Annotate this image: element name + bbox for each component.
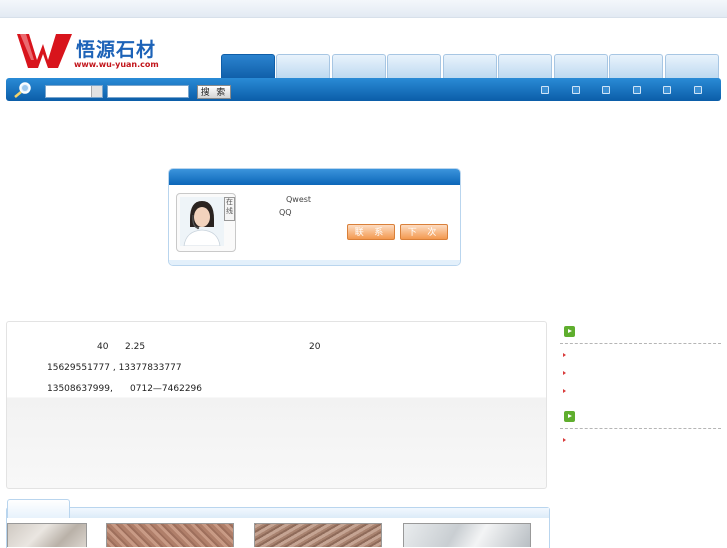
service-agent-avatar xyxy=(180,197,224,246)
quicklink-icon-3[interactable] xyxy=(602,86,610,94)
product-tab-active[interactable] xyxy=(7,499,70,518)
nav-tab-7[interactable] xyxy=(554,54,608,79)
section-2-divider xyxy=(560,428,721,429)
quicklink-icon-1[interactable] xyxy=(541,86,549,94)
search-input[interactable] xyxy=(107,85,189,98)
search-bar: 搜 索 xyxy=(6,78,721,101)
service-avatar-frame: 在线 xyxy=(176,193,236,252)
section-1-item-1-bullet[interactable] xyxy=(563,353,566,357)
magnifier-icon xyxy=(14,82,31,98)
search-category-select[interactable] xyxy=(45,85,103,98)
quicklink-icon-5[interactable] xyxy=(663,86,671,94)
chevron-down-icon[interactable] xyxy=(91,86,102,97)
product-tab-bar xyxy=(7,508,549,518)
quicklink-icon-4[interactable] xyxy=(633,86,641,94)
logo-url-text: www.wu-yuan.com xyxy=(74,60,159,69)
section-2-item-1-bullet[interactable] xyxy=(563,438,566,442)
nav-tab-2[interactable] xyxy=(276,54,330,79)
online-status-tag: 在线 xyxy=(224,197,235,221)
quicklink-icon-6[interactable] xyxy=(694,86,702,94)
search-button[interactable]: 搜 索 xyxy=(197,85,231,99)
info-phone-line: 15629551777 , 13377833777 xyxy=(47,363,182,373)
product-thumb-4[interactable] xyxy=(403,523,531,547)
product-showcase-panel xyxy=(6,499,550,548)
info-value-1: 40 xyxy=(97,342,109,352)
product-thumb-1[interactable] xyxy=(7,523,87,547)
nav-tab-9[interactable] xyxy=(665,54,719,79)
info-value-3: 20 xyxy=(309,342,321,352)
top-strip xyxy=(0,0,727,18)
online-service-box: 在线 Qwest QQ 联 系 下 次 xyxy=(168,168,461,266)
product-thumb-2[interactable] xyxy=(106,523,234,547)
info-value-2: 2.25 xyxy=(125,342,146,352)
section-2-play-icon xyxy=(564,411,575,422)
service-agent-name: Qwest xyxy=(286,195,312,204)
nav-tab-4[interactable] xyxy=(387,54,441,79)
nav-tab-6[interactable] xyxy=(498,54,552,79)
service-box-header xyxy=(169,169,460,185)
section-1-item-2-bullet[interactable] xyxy=(563,371,566,375)
section-1-divider xyxy=(560,343,721,344)
logo-chinese-name: 悟源石材 xyxy=(76,39,157,61)
site-logo[interactable]: 悟源石材 www.wu-yuan.com xyxy=(17,32,172,72)
quicklink-icon-2[interactable] xyxy=(572,86,580,94)
nav-tab-3[interactable] xyxy=(332,54,386,79)
nav-tab-1[interactable] xyxy=(221,54,275,79)
section-1-play-icon xyxy=(564,326,575,337)
service-qq-label: QQ xyxy=(279,208,292,217)
main-nav-tabs xyxy=(221,54,721,79)
logo-w-mark xyxy=(17,34,72,68)
later-button[interactable]: 下 次 xyxy=(400,224,448,240)
nav-tab-8[interactable] xyxy=(609,54,663,79)
contact-button[interactable]: 联 系 xyxy=(347,224,395,240)
nav-tab-5[interactable] xyxy=(443,54,497,79)
service-box-footer xyxy=(169,260,460,265)
product-thumb-3[interactable] xyxy=(254,523,382,547)
company-info-panel: 40 2.25 20 15629551777 , 13377833777 135… xyxy=(6,321,547,489)
info-tel-line: 13508637999, 0712—7462296 xyxy=(47,384,202,394)
section-1-item-3-bullet[interactable] xyxy=(563,389,566,393)
